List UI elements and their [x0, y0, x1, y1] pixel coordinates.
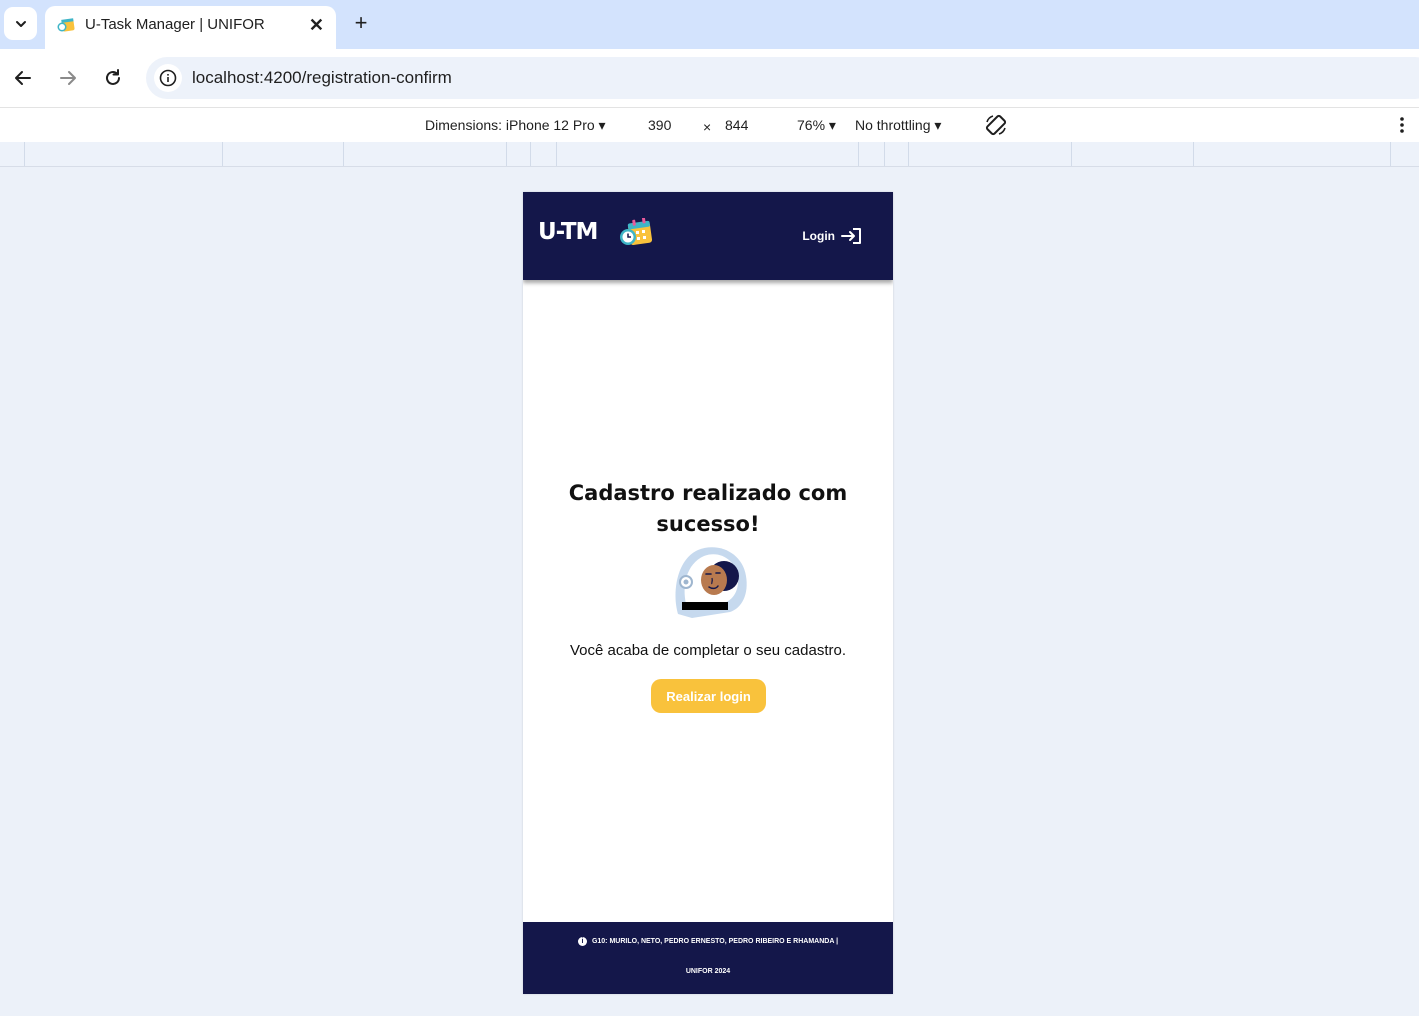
ruler-tick	[884, 142, 885, 166]
ruler-tick	[858, 142, 859, 166]
page-title: Cadastro realizado com sucesso!	[523, 478, 893, 540]
info-icon: i	[577, 937, 587, 946]
ruler-tick	[222, 142, 223, 166]
info-icon[interactable]	[154, 64, 182, 92]
astronaut-illustration	[675, 547, 747, 618]
tab-title: U-Task Manager | UNIFOR	[85, 16, 265, 33]
favicon-calendar-icon	[57, 18, 75, 32]
throttling-label: No throttling	[855, 117, 931, 133]
ruler-tick	[908, 142, 909, 166]
zoom-select[interactable]: 76% ▾	[797, 117, 836, 134]
times-label: ×	[703, 119, 712, 135]
chevron-down-icon	[15, 20, 26, 27]
calendar-logo-icon	[620, 218, 653, 246]
caret-down-icon: ▾	[598, 117, 606, 133]
brand-logo[interactable]: U-TM	[538, 219, 598, 245]
height-input[interactable]: 844	[725, 117, 748, 133]
device-viewport: U-TM Login Cadastro realizado com sucess…	[523, 192, 893, 994]
realizar-login-button[interactable]: Realizar login	[651, 679, 766, 713]
device-toolbar: Dimensions: iPhone 12 Pro ▾ 390 × 844 76…	[0, 107, 1419, 143]
caret-down-icon: ▾	[934, 117, 942, 133]
plus-icon[interactable]: +	[350, 10, 372, 36]
ruler-tick	[343, 142, 344, 166]
ruler-tick	[1193, 142, 1194, 166]
forward-button[interactable]	[56, 66, 80, 90]
address-bar[interactable]: localhost:4200/registration-confirm	[146, 57, 1419, 99]
login-link[interactable]: Login	[802, 227, 863, 245]
login-label: Login	[802, 229, 835, 243]
ruler-tick	[1390, 142, 1391, 166]
media-query-ruler[interactable]	[0, 142, 1419, 167]
app-header: U-TM Login	[523, 192, 893, 280]
footer-year: UNIFOR 2024	[685, 968, 731, 975]
login-arrow-icon	[841, 228, 861, 244]
reload-icon	[106, 69, 120, 85]
dimensions-label: Dimensions: iPhone 12 Pro	[425, 117, 595, 133]
url-text[interactable]: localhost:4200/registration-confirm	[192, 68, 452, 88]
ruler-tick	[506, 142, 507, 166]
close-icon[interactable]: ✕	[309, 15, 324, 36]
throttling-select[interactable]: No throttling ▾	[855, 117, 941, 134]
kebab-menu-icon[interactable]	[1399, 116, 1405, 134]
tab-search-button[interactable]	[4, 7, 37, 40]
browser-tab[interactable]: U-Task Manager | UNIFOR ✕	[45, 6, 336, 49]
ruler-tick	[556, 142, 557, 166]
tab-strip: U-Task Manager | UNIFOR ✕ +	[0, 0, 1419, 49]
confirmation-message: Você acaba de completar o seu cadastro.	[569, 642, 846, 659]
reload-button[interactable]	[101, 66, 125, 90]
title-line-2: sucesso!	[656, 512, 760, 536]
zoom-label: 76%	[797, 117, 826, 133]
browser-toolbar: localhost:4200/registration-confirm	[0, 49, 1419, 107]
ruler-tick	[530, 142, 531, 166]
footer-credits-text: G10: MURILO, NETO, PEDRO ERNESTO, PEDRO …	[591, 938, 839, 945]
rotate-icon[interactable]	[984, 113, 1008, 137]
back-button[interactable]	[11, 66, 35, 90]
dimensions-select[interactable]: Dimensions: iPhone 12 Pro ▾	[425, 117, 606, 134]
forward-arrow-icon	[60, 71, 76, 85]
app-footer: i G10: MURILO, NETO, PEDRO ERNESTO, PEDR…	[523, 922, 893, 994]
caret-down-icon: ▾	[828, 117, 836, 133]
back-arrow-icon	[15, 71, 31, 85]
ruler-tick	[1071, 142, 1072, 166]
footer-credits: i G10: MURILO, NETO, PEDRO ERNESTO, PEDR…	[523, 937, 893, 946]
title-line-1: Cadastro realizado com	[568, 481, 848, 505]
width-input[interactable]: 390	[648, 117, 671, 133]
ruler-tick	[24, 142, 25, 166]
